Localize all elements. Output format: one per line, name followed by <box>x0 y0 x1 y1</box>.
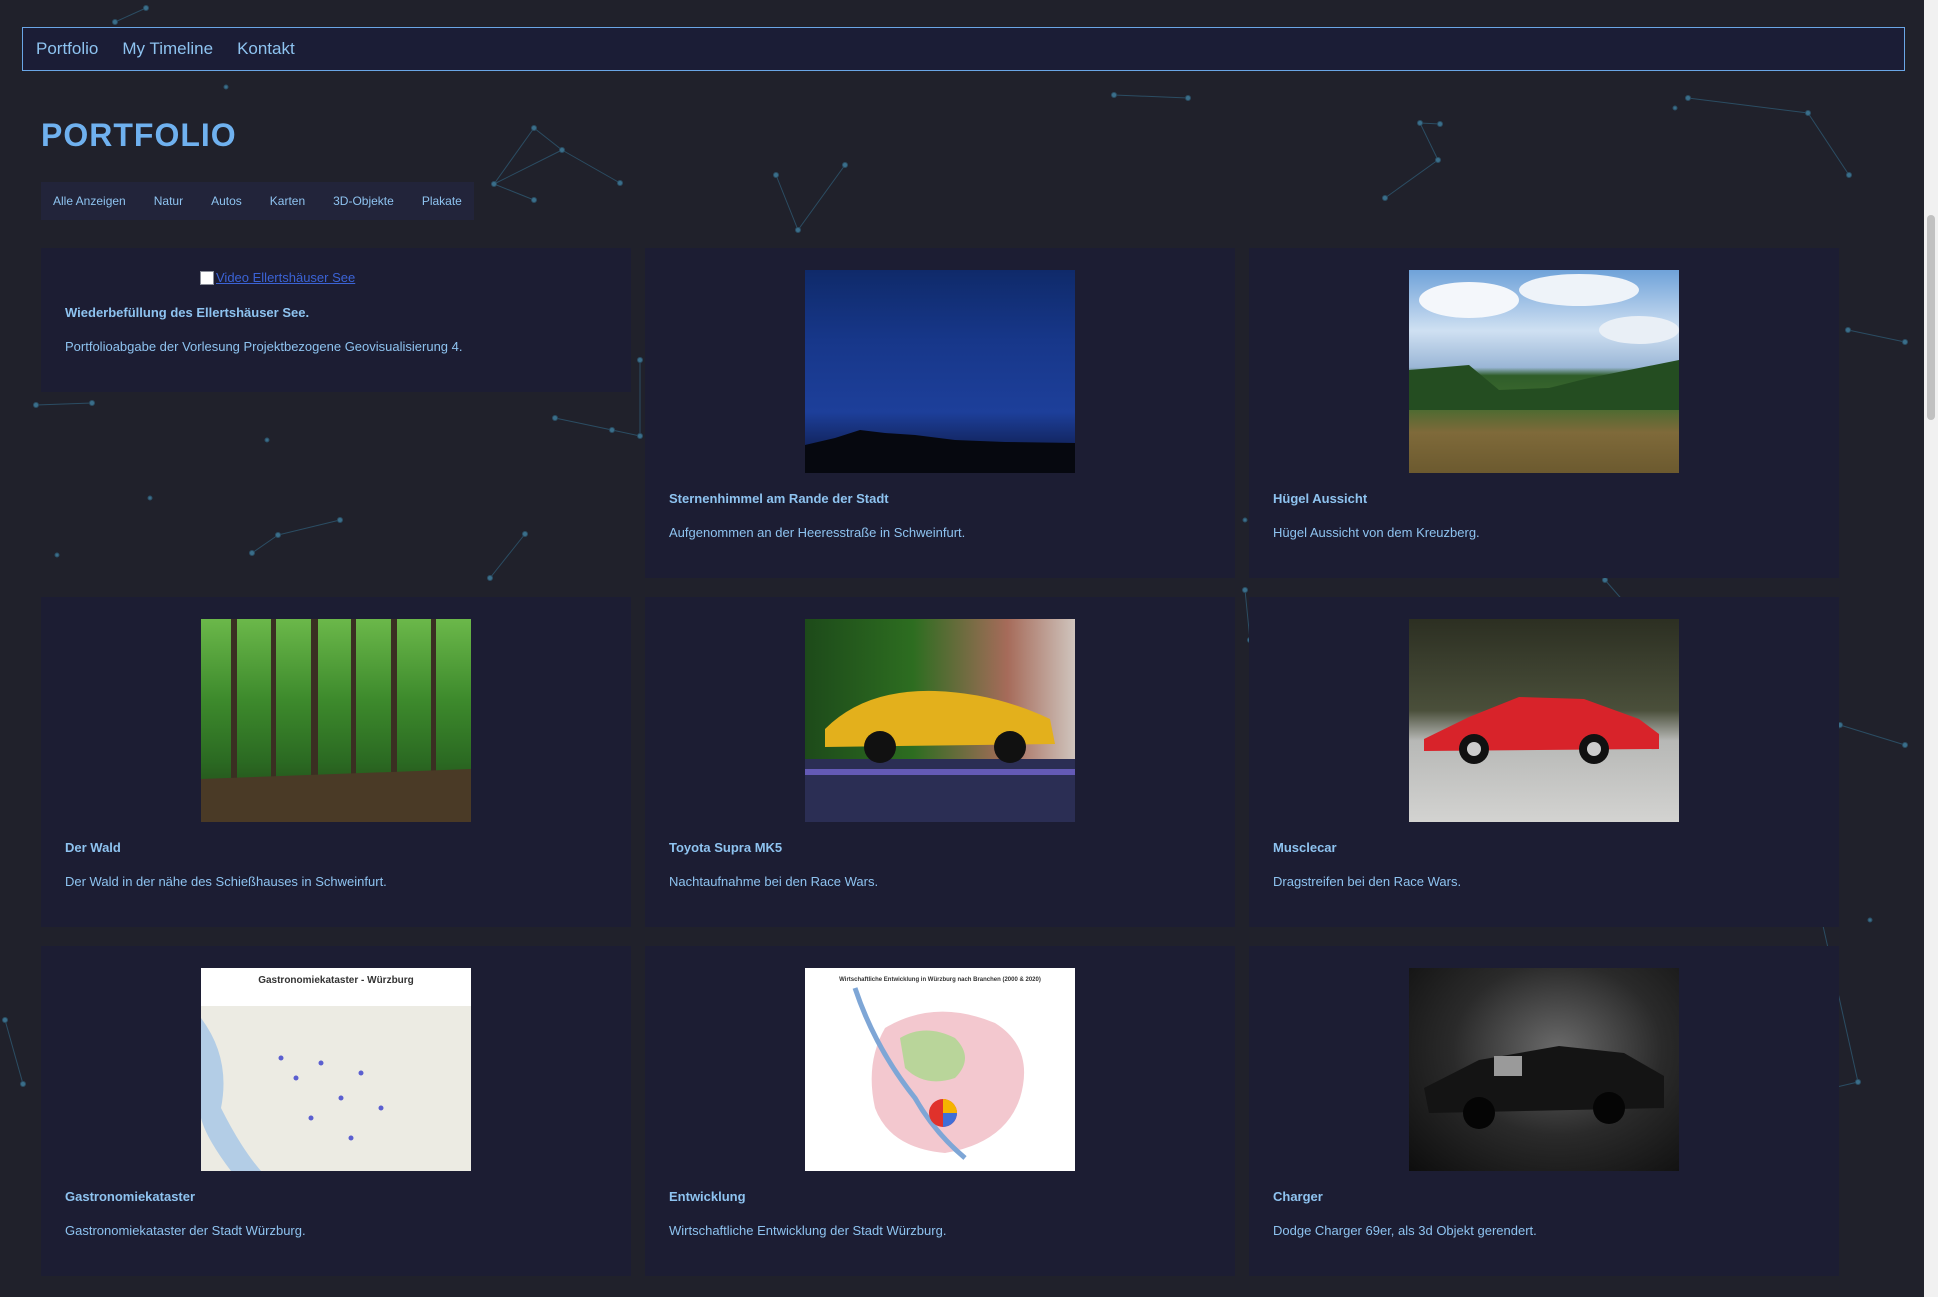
nav-my-timeline[interactable]: My Timeline <box>122 39 213 59</box>
filter-alle-anzeigen[interactable]: Alle Anzeigen <box>53 194 126 208</box>
top-navigation: Portfolio My Timeline Kontakt <box>22 27 1905 71</box>
vertical-scrollbar[interactable] <box>1924 0 1938 1297</box>
gastro-map-image[interactable]: Gastronomiekataster - Würzburg <box>201 968 471 1171</box>
broken-image-icon[interactable]: Video Ellertshäuser See <box>200 270 355 285</box>
portfolio-card-gastronomie[interactable]: Gastronomiekataster - Würzburg Gastronom… <box>41 946 631 1276</box>
page-title: PORTFOLIO <box>41 117 237 153</box>
card-title: Sternenhimmel am Rande der Stadt <box>669 491 889 506</box>
card-title: Gastronomiekataster <box>65 1189 196 1204</box>
scrollbar-thumb[interactable] <box>1927 215 1935 420</box>
card-description: Portfolioabgabe der Vorlesung Projektbez… <box>65 339 463 354</box>
portfolio-card-charger[interactable]: Charger Dodge Charger 69er, als 3d Objek… <box>1249 946 1839 1276</box>
card-title: Der Wald <box>65 840 121 855</box>
portfolio-card-entwicklung[interactable]: Wirtschaftliche Entwicklung in Würzburg … <box>645 946 1235 1276</box>
map-title: Gastronomiekataster - Würzburg <box>258 975 414 986</box>
card-description: Dragstreifen bei den Race Wars. <box>1273 874 1462 889</box>
portfolio-card-musclecar[interactable]: Musclecar Dragstreifen bei den Race Wars… <box>1249 597 1839 927</box>
portfolio-card-ellertshaeuser[interactable]: Video Ellertshäuser See Wiederbefüllung … <box>41 248 631 392</box>
filter-karten[interactable]: Karten <box>270 194 305 208</box>
charger-image[interactable] <box>1409 968 1679 1171</box>
card-description: Wirtschaftliche Entwicklung der Stadt Wü… <box>669 1223 947 1238</box>
card-description: Hügel Aussicht von dem Kreuzberg. <box>1273 525 1480 540</box>
card-title: Wiederbefüllung des Ellertshäuser See. <box>65 305 310 320</box>
filter-natur[interactable]: Natur <box>154 194 183 208</box>
card-description: Aufgenommen an der Heeresstraße in Schwe… <box>669 525 966 540</box>
filter-bar: Alle Anzeigen Natur Autos Karten 3D-Obje… <box>41 182 474 220</box>
image-alt-text: Video Ellertshäuser See <box>216 270 356 285</box>
nav-kontakt[interactable]: Kontakt <box>237 39 295 59</box>
card-title: Hügel Aussicht <box>1273 491 1368 506</box>
portfolio-card-supra[interactable]: Toyota Supra MK5 Nachtaufnahme bei den R… <box>645 597 1235 927</box>
red-car-image[interactable] <box>1409 619 1679 822</box>
card-description: Der Wald in der nähe des Schießhauses in… <box>65 874 387 889</box>
filter-3d-objekte[interactable]: 3D-Objekte <box>333 194 394 208</box>
meadow-image[interactable] <box>1409 270 1679 473</box>
development-map-image[interactable]: Wirtschaftliche Entwicklung in Würzburg … <box>805 968 1075 1171</box>
portfolio-card-wald[interactable]: Der Wald Der Wald in der nähe des Schieß… <box>41 597 631 927</box>
card-description: Dodge Charger 69er, als 3d Objekt gerend… <box>1273 1223 1537 1238</box>
card-title: Musclecar <box>1273 840 1337 855</box>
card-title: Toyota Supra MK5 <box>669 840 783 855</box>
portfolio-card-huegel[interactable]: Hügel Aussicht Hügel Aussicht von dem Kr… <box>1249 248 1839 578</box>
portfolio-card-sternenhimmel[interactable]: Sternenhimmel am Rande der Stadt Aufgeno… <box>645 248 1235 578</box>
supra-image[interactable] <box>805 619 1075 822</box>
map-title: Wirtschaftliche Entwicklung in Würzburg … <box>839 977 1041 983</box>
card-title: Charger <box>1273 1189 1323 1204</box>
nav-portfolio[interactable]: Portfolio <box>36 39 98 59</box>
night-sky-image[interactable] <box>805 270 1075 473</box>
forest-image[interactable] <box>201 619 471 822</box>
card-title: Entwicklung <box>669 1189 746 1204</box>
filter-autos[interactable]: Autos <box>211 194 242 208</box>
card-description: Nachtaufnahme bei den Race Wars. <box>669 874 879 889</box>
card-description: Gastronomiekataster der Stadt Würzburg. <box>65 1223 306 1238</box>
filter-plakate[interactable]: Plakate <box>422 194 462 208</box>
